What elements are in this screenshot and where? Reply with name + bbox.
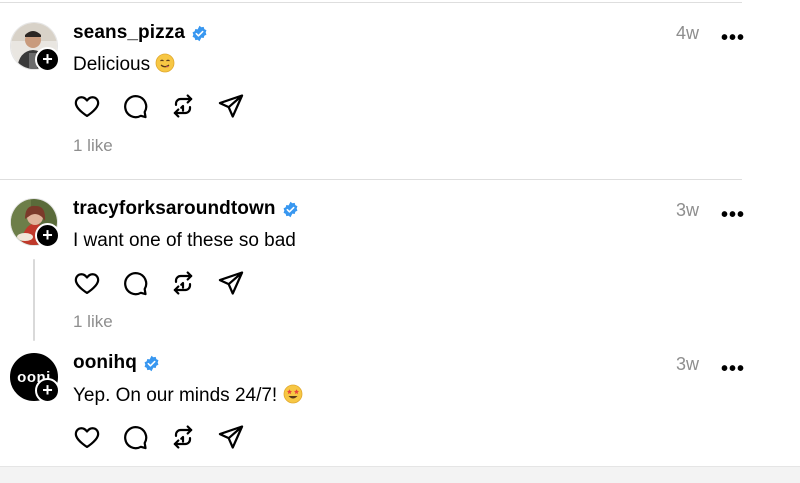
post-time[interactable]: 4w [676,23,699,44]
comment-icon [124,95,148,119]
heart-icon [74,96,100,118]
comment-button[interactable] [121,92,149,120]
yum-emoji-icon [155,53,175,79]
post-text: I want one of these so bad [73,230,296,252]
likes-count[interactable]: 1 like [73,312,113,332]
avatar[interactable]: + [10,198,60,248]
post-text-content: Yep. On our minds 24/7! [73,385,278,406]
bottom-edge [0,466,800,483]
username-text[interactable]: oonihq [73,352,137,374]
more-options-button[interactable]: ••• [721,28,745,48]
more-options-button[interactable]: ••• [721,359,745,379]
star-struck-emoji-icon [283,384,303,410]
repost-button[interactable] [169,423,197,451]
repost-icon [173,271,193,295]
share-button[interactable] [217,92,245,120]
comment-button[interactable] [121,423,149,451]
repost-icon [173,94,193,118]
share-icon [218,425,244,449]
follow-plus-icon[interactable]: + [35,47,60,72]
comment-icon [124,272,148,296]
avatar[interactable]: ooni + [10,353,60,403]
post-seans-pizza: + seans_pizza 4w ••• Delicious 1 like [0,0,745,178]
repost-button[interactable] [169,92,197,120]
like-button[interactable] [73,269,101,297]
post-actions [73,92,245,120]
post-text-content: Delicious [73,54,151,75]
post-tracyforksaroundtown: + tracyforksaroundtown 3w ••• I want one… [0,180,745,341]
username-text[interactable]: tracyforksaroundtown [73,198,276,220]
more-options-button[interactable]: ••• [721,205,745,225]
post-text: Yep. On our minds 24/7! [73,384,303,410]
avatar[interactable]: + [10,22,60,72]
comment-button[interactable] [121,269,149,297]
username-link[interactable]: seans_pizza [73,22,208,44]
post-text: Delicious [73,53,175,79]
verified-badge-icon [192,25,207,41]
verified-badge-icon [144,355,159,371]
post-text-content: I want one of these so bad [73,230,296,251]
follow-plus-icon[interactable]: + [35,223,60,248]
heart-icon [74,427,100,449]
follow-plus-icon[interactable]: + [35,378,60,403]
share-icon [218,271,244,295]
share-button[interactable] [217,423,245,451]
comment-icon [124,426,148,450]
heart-icon [74,273,100,295]
post-oonihq: ooni + oonihq 3w ••• Yep. On our minds 2… [0,340,745,466]
post-actions [73,423,245,451]
post-time[interactable]: 3w [676,200,699,221]
share-icon [218,94,244,118]
post-actions [73,269,245,297]
repost-icon [173,425,193,449]
share-button[interactable] [217,269,245,297]
like-button[interactable] [73,92,101,120]
likes-count[interactable]: 1 like [73,136,113,156]
username-link[interactable]: oonihq [73,352,160,374]
username-link[interactable]: tracyforksaroundtown [73,198,299,220]
repost-button[interactable] [169,269,197,297]
like-button[interactable] [73,423,101,451]
username-text[interactable]: seans_pizza [73,22,185,44]
verified-badge-icon [283,201,298,217]
thread-line [33,259,35,341]
post-time[interactable]: 3w [676,354,699,375]
